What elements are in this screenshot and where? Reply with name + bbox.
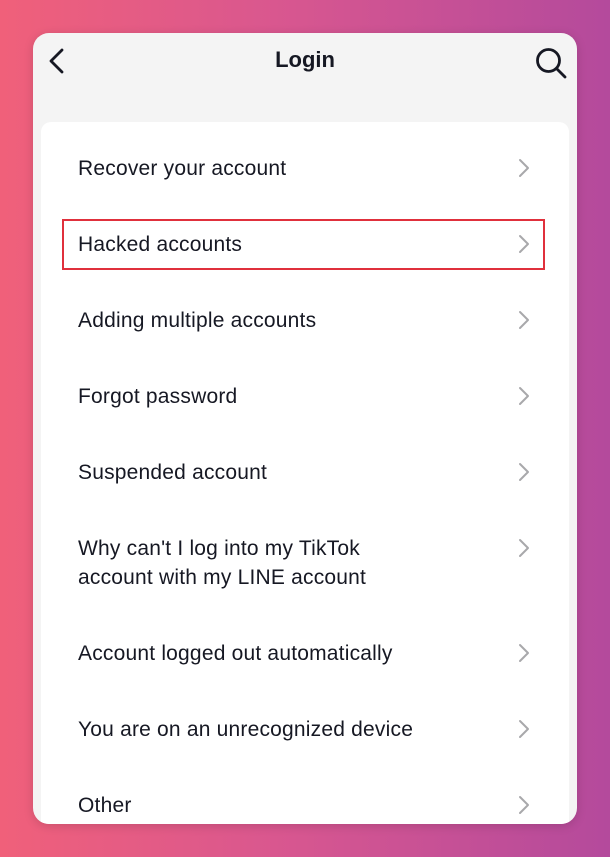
chevron-right-icon [519, 387, 529, 405]
list-item-label: You are on an unrecognized device [78, 718, 414, 741]
chevron-right-icon [519, 159, 529, 177]
chevron-right-icon [519, 539, 529, 557]
list-item-label: Hacked accounts [78, 233, 243, 256]
chevron-right-icon [519, 644, 529, 662]
list-item-label: Suspended account [78, 461, 268, 484]
list-item-label: Other [78, 794, 132, 817]
chevron-right-icon [519, 235, 529, 253]
chevron-right-icon [519, 720, 529, 738]
list-item-label: Adding multiple accounts [78, 309, 317, 332]
list-item-label: Account logged out automatically [78, 642, 393, 665]
chevron-right-icon [519, 796, 529, 814]
phone-screen: Login Recover your account Hacked accoun… [33, 33, 577, 824]
page-title: Login [275, 47, 335, 72]
chevron-right-icon [519, 311, 529, 329]
header-bar: Login [33, 33, 577, 89]
chevron-right-icon [519, 463, 529, 481]
list-item-label: Forgot password [78, 385, 238, 408]
help-topics-list: Recover your account Hacked accounts Add… [41, 122, 569, 824]
search-icon [536, 48, 567, 79]
list-item-label: Recover your account [78, 157, 287, 180]
list-item-label: Why can't I log into my TikTok account w… [78, 537, 367, 589]
search-button[interactable] [531, 43, 571, 83]
